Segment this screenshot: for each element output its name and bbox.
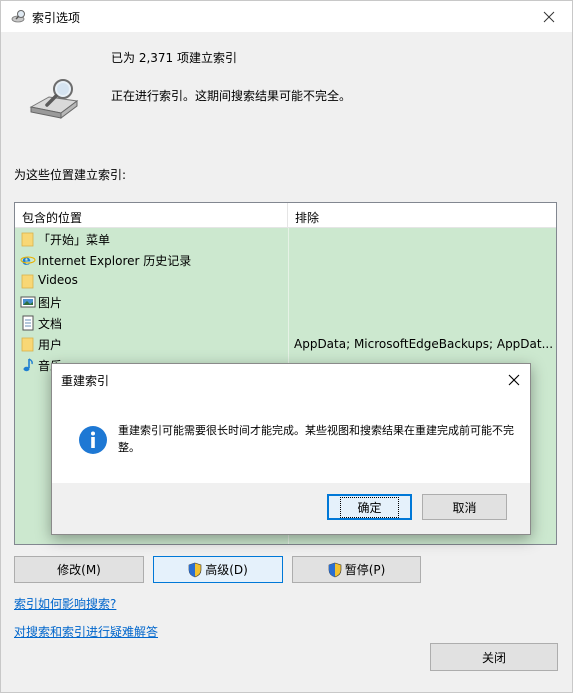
cancel-label: 取消	[452, 500, 477, 515]
pause-button[interactable]: 暂停(P)	[292, 556, 421, 583]
documents-icon	[22, 315, 34, 331]
location-name: 图片	[38, 296, 63, 310]
dialog-title-bar: 重建索引	[52, 364, 530, 395]
location-name: Videos	[38, 273, 78, 287]
cancel-button[interactable]: 取消	[422, 494, 507, 520]
column-header-exclude[interactable]: 排除	[289, 203, 556, 227]
indexing-icon	[11, 10, 25, 23]
internet-explorer-icon: e	[20, 253, 36, 268]
column-header-included[interactable]: 包含的位置	[15, 203, 288, 227]
location-name: 用户	[38, 338, 63, 352]
location-name: 「开始」菜单	[38, 233, 111, 247]
close-label: 关闭	[481, 650, 506, 665]
table-row[interactable]: 「开始」菜单	[15, 228, 556, 249]
indexing-drive-icon	[29, 79, 79, 119]
table-row[interactable]: 图片	[15, 291, 556, 312]
info-icon	[79, 426, 107, 454]
dialog-title: 重建索引	[61, 374, 110, 388]
rebuild-index-dialog: 重建索引 重建索引可能需要很长时间才能完成。某些视图和搜索结果在重建完成前可能不…	[51, 363, 531, 535]
svg-text:e: e	[22, 253, 31, 268]
how-indexing-affects-search-link[interactable]: 索引如何影响搜索?	[14, 595, 116, 612]
location-name: 文档	[38, 317, 63, 331]
folder-icon	[21, 274, 34, 289]
locations-label: 为这些位置建立索引:	[14, 168, 127, 182]
dialog-body: 重建索引可能需要很长时间才能完成。某些视图和搜索结果在重建完成前可能不完整。	[52, 395, 530, 483]
ok-button[interactable]: 确定	[327, 494, 412, 520]
window-title: 索引选项	[32, 11, 81, 25]
folder-icon	[21, 337, 34, 352]
indexing-status-text: 正在进行索引。这期间搜索结果可能不完全。	[111, 89, 352, 103]
dialog-message: 重建索引可能需要很长时间才能完成。某些视图和搜索结果在重建完成前可能不完整。	[118, 424, 514, 454]
folder-icon	[21, 232, 34, 247]
location-exclude: AppData; MicrosoftEdgeBackups; AppDat...	[294, 337, 552, 351]
pictures-icon	[20, 296, 36, 308]
ok-label: 确定	[340, 496, 399, 518]
table-row[interactable]: e Internet Explorer 历史记录	[15, 249, 556, 270]
pause-label: 暂停(P)	[344, 563, 386, 577]
close-icon	[543, 11, 555, 22]
table-row[interactable]: Videos	[15, 270, 556, 291]
window-close-button[interactable]	[526, 1, 572, 32]
advanced-label: 高级(D)	[205, 563, 248, 577]
advanced-button[interactable]: 高级(D)	[153, 556, 283, 583]
table-row[interactable]: 用户 AppData; MicrosoftEdgeBackups; AppDat…	[15, 333, 556, 354]
table-row[interactable]: 文档	[15, 312, 556, 333]
indexing-options-window: 索引选项 已为 2,371 项建立索引 正在进行索引。这期间搜索结果可能不完全。…	[0, 0, 573, 693]
close-button[interactable]: 关闭	[430, 643, 558, 671]
dialog-close-button[interactable]	[498, 364, 530, 395]
uac-shield-icon	[328, 562, 341, 577]
modify-label: 修改(M)	[57, 563, 101, 577]
table-header: 包含的位置 排除	[15, 203, 556, 228]
indexed-count-text: 已为 2,371 项建立索引	[111, 51, 237, 65]
location-name: Internet Explorer 历史记录	[38, 254, 192, 268]
troubleshoot-search-link[interactable]: 对搜索和索引进行疑难解答	[14, 623, 158, 640]
modify-button[interactable]: 修改(M)	[14, 556, 144, 583]
close-icon	[508, 374, 520, 385]
music-icon	[23, 358, 33, 372]
title-bar: 索引选项	[1, 1, 572, 32]
uac-shield-icon	[188, 562, 202, 577]
